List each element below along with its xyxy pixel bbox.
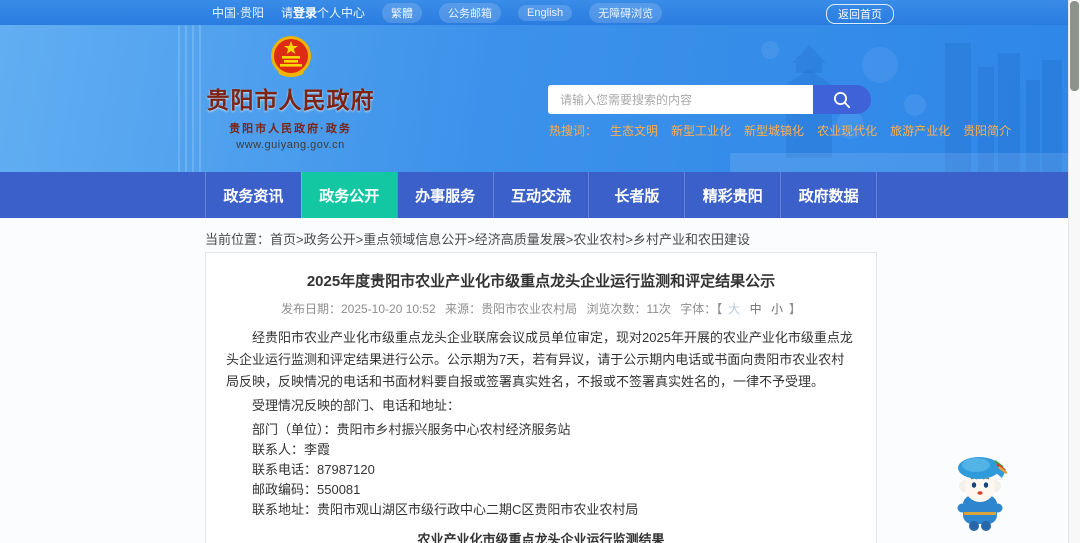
article-meta: 发布日期：2025-10-20 10:52 来源：贵阳市农业农村局 浏览次数：1… <box>226 300 856 317</box>
accessibility-link[interactable]: 无障碍浏览 <box>589 2 663 23</box>
nav-tab-zhengfu-shuju[interactable]: 政府数据 <box>780 172 878 218</box>
hot-search-words: 热搜词： 生态文明 新型工业化 新型城镇化 农业现代化 旅游产业化 贵阳简介 <box>549 122 1011 139</box>
view-count: 浏览次数：11次 <box>586 302 671 316</box>
font-size-label: 字体：【 <box>680 302 723 316</box>
contact-department: 部门（单位）：贵阳市乡村振兴服务中心农村经济服务站 <box>252 422 571 437</box>
nav-tab-hudong-jiaoliu[interactable]: 互动交流 <box>492 172 589 218</box>
site-link[interactable]: 中国·贵阳 <box>212 4 264 21</box>
hot-word-link[interactable]: 贵阳简介 <box>963 122 1011 139</box>
results-table-caption: 农业产业化市级重点龙头企业运行监测结果 <box>417 532 665 543</box>
scrollbar-thumb[interactable] <box>1070 1 1079 91</box>
hot-word-link[interactable]: 生态文明 <box>610 122 658 139</box>
login-link[interactable]: 请登录个人中心 <box>281 4 365 21</box>
article-card: 2025年度贵阳市农业产业化市级重点龙头企业运行监测和评定结果公示 发布日期：2… <box>205 252 877 543</box>
font-size-medium-button[interactable]: 中 <box>750 302 762 316</box>
breadcrumb-label: 当前位置： <box>205 232 271 247</box>
scrollbar-track[interactable] <box>1068 0 1080 543</box>
nav-tab-banshi-fuwu[interactable]: 办事服务 <box>396 172 493 218</box>
hot-word-link[interactable]: 旅游产业化 <box>890 122 950 139</box>
nav-tab-zhangzheban[interactable]: 长者版 <box>588 172 684 218</box>
search-input[interactable] <box>548 85 813 114</box>
hot-word-link[interactable]: 新型工业化 <box>671 122 731 139</box>
contact-postcode: 邮政编码：550081 <box>252 482 361 497</box>
main-navbar: 政务资讯 政务公开 办事服务 互动交流 长者版 精彩贵阳 政府数据 <box>0 172 1080 218</box>
contact-phone: 联系电话：87987120 <box>252 462 375 477</box>
national-emblem-icon <box>270 36 311 77</box>
nav-tab-zhengwu-gongkai[interactable]: 政务公开 <box>300 172 397 218</box>
contact-address: 联系地址：贵阳市观山湖区市级行政中心二期C区贵阳市农业农村局 <box>252 502 639 517</box>
site-header: 贵阳市人民政府 贵阳市人民政府·政务 www.guiyang.gov.cn 热搜… <box>0 25 1080 172</box>
hot-words-label: 热搜词： <box>549 124 598 138</box>
search-bar <box>548 85 871 114</box>
article-paragraph: 经贵阳市农业产业化市级重点龙头企业联席会议成员单位审定，现对2025年开展的农业… <box>226 330 853 389</box>
contact-person: 联系人：李霞 <box>252 442 331 457</box>
hot-word-link[interactable]: 新型城镇化 <box>744 122 804 139</box>
font-size-label-close: 】 <box>789 302 802 316</box>
traditional-chinese-link[interactable]: 繁體 <box>382 2 423 23</box>
nav-tab-zhengwu-zixun[interactable]: 政务资讯 <box>205 172 301 218</box>
org-website-url: www.guiyang.gov.cn <box>236 139 345 151</box>
english-link[interactable]: English <box>518 4 573 21</box>
official-mail-link[interactable]: 公务邮箱 <box>439 2 502 23</box>
breadcrumb-path[interactable]: 首页>政务公开>重点领域信息公开>经济高质量发展>农业农村>乡村产业和农田建设 <box>270 232 750 247</box>
font-size-large-button[interactable]: 大 <box>728 302 740 316</box>
article-source: 来源：贵阳市农业农村局 <box>445 302 578 316</box>
top-utility-bar: 中国·贵阳 请登录个人中心 繁體 公务邮箱 English 无障碍浏览 返回首页 <box>0 0 1080 25</box>
nav-tab-jingcai-guiyang[interactable]: 精彩贵阳 <box>684 172 780 218</box>
site-logo[interactable]: 贵阳市人民政府 贵阳市人民政府·政务 www.guiyang.gov.cn <box>203 35 378 151</box>
publish-date: 发布日期：2025-10-20 10:52 <box>280 302 436 316</box>
breadcrumb: 当前位置：首页>政务公开>重点领域信息公开>经济高质量发展>农业农村>乡村产业和… <box>205 229 750 248</box>
org-subtitle: 贵阳市人民政府·政务 <box>229 123 352 135</box>
mascot-assistant[interactable] <box>950 452 1014 538</box>
article-title: 2025年度贵阳市农业产业化市级重点龙头企业运行监测和评定结果公示 <box>306 273 776 290</box>
font-size-small-button[interactable]: 小 <box>771 302 783 316</box>
search-button[interactable] <box>813 85 871 114</box>
article-paragraph: 受理情况反映的部门、电话和地址： <box>252 398 461 413</box>
stripe-decoration <box>178 25 204 172</box>
hot-word-link[interactable]: 农业现代化 <box>817 122 877 139</box>
back-home-button[interactable]: 返回首页 <box>826 4 894 24</box>
org-name: 贵阳市人民政府 <box>206 88 375 113</box>
search-icon <box>834 91 851 108</box>
